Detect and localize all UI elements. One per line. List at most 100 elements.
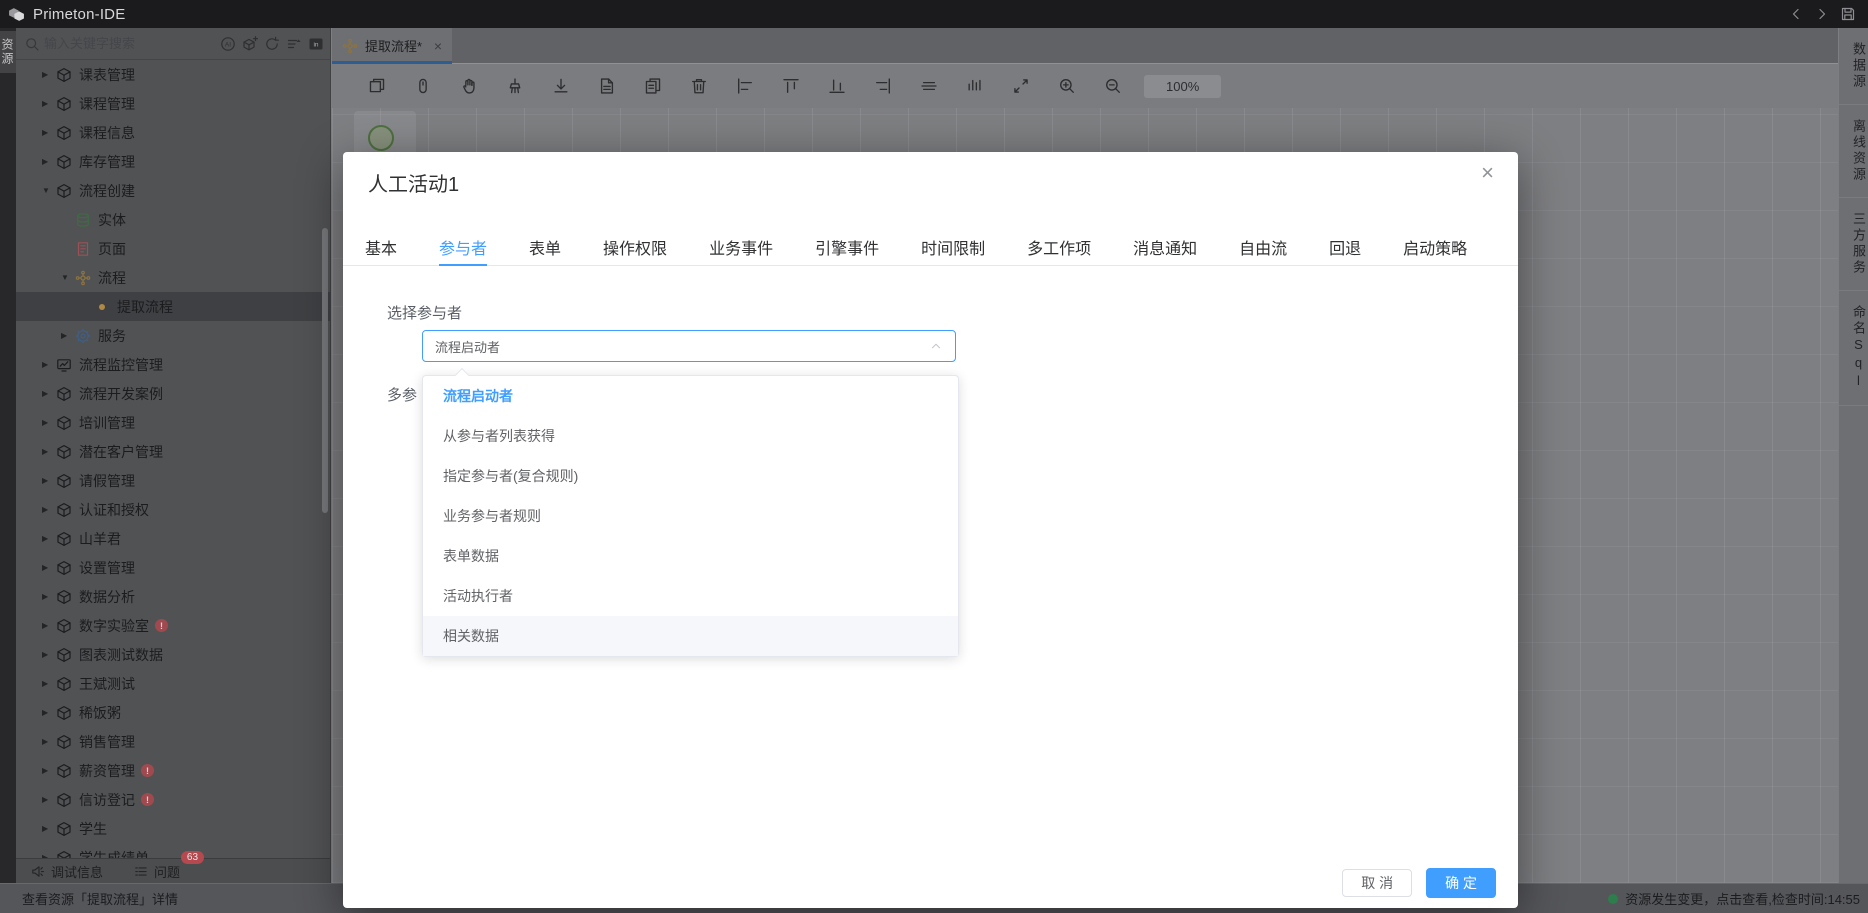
tree-item[interactable]: ▶王斌测试 <box>16 669 330 698</box>
tree-collapsed-arrow-icon[interactable]: ▶ <box>42 70 56 79</box>
tree-item[interactable]: ▶课程信息 <box>16 118 330 147</box>
align-right-icon[interactable] <box>874 77 892 95</box>
align-bottom-icon[interactable] <box>828 77 846 95</box>
tree-collapsed-arrow-icon[interactable]: ▶ <box>42 824 56 833</box>
right-strip-tab[interactable]: 离线资源 <box>1839 105 1868 198</box>
tree-item[interactable]: ▶图表测试数据 <box>16 640 330 669</box>
dialog-tab[interactable]: 业务事件 <box>709 228 773 265</box>
chev-right-icon[interactable] <box>1814 6 1830 22</box>
tree-collapsed-arrow-icon[interactable]: ▶ <box>42 592 56 601</box>
tree-item[interactable]: ▶流程监控管理 <box>16 350 330 379</box>
sort-icon[interactable] <box>286 36 302 52</box>
dialog-tab[interactable]: 启动策略 <box>1403 228 1467 265</box>
tree-collapsed-arrow-icon[interactable]: ▶ <box>42 418 56 427</box>
dialog-tab[interactable]: 回退 <box>1329 228 1361 265</box>
fullscreen-icon[interactable] <box>1012 77 1030 95</box>
brush-icon[interactable] <box>506 77 524 95</box>
align-top-icon[interactable] <box>782 77 800 95</box>
tree-item[interactable]: 提取流程 <box>16 292 330 321</box>
align-left-icon[interactable] <box>736 77 754 95</box>
cancel-button[interactable]: 取 消 <box>1342 869 1412 897</box>
tree-collapsed-arrow-icon[interactable]: ▶ <box>42 128 56 137</box>
tree-collapsed-arrow-icon[interactable]: ▶ <box>42 679 56 688</box>
tree-collapsed-arrow-icon[interactable]: ▶ <box>42 389 56 398</box>
hand-icon[interactable] <box>460 77 478 95</box>
dialog-tab[interactable]: 参与者 <box>439 228 487 265</box>
dialog-tab[interactable]: 引擎事件 <box>815 228 879 265</box>
trash-icon[interactable] <box>690 77 708 95</box>
tree-expanded-arrow-icon[interactable]: ▼ <box>61 273 75 282</box>
tree-item[interactable]: ▶流程开发案例 <box>16 379 330 408</box>
tree-item[interactable]: ▶学生 <box>16 814 330 843</box>
tree-item[interactable]: ▶认证和授权 <box>16 495 330 524</box>
tree-collapsed-arrow-icon[interactable]: ▶ <box>42 737 56 746</box>
editor-tab-active[interactable]: 提取流程* × <box>332 28 452 63</box>
dropdown-option[interactable]: 从参与者列表获得 <box>423 416 958 456</box>
tree-collapsed-arrow-icon[interactable]: ▶ <box>42 708 56 717</box>
tab-close-icon[interactable]: × <box>434 38 442 54</box>
zoom-in-icon[interactable] <box>1058 77 1076 95</box>
dialog-tab[interactable]: 消息通知 <box>1133 228 1197 265</box>
tree-collapsed-arrow-icon[interactable]: ▶ <box>42 563 56 572</box>
status-left-text[interactable]: 查看资源「提取流程」详情 <box>22 889 178 908</box>
tree-collapsed-arrow-icon[interactable]: ▶ <box>42 650 56 659</box>
mouse-icon[interactable] <box>414 77 432 95</box>
align-center-icon[interactable] <box>920 77 938 95</box>
debug-bar-item[interactable]: 问题63 <box>133 862 180 881</box>
tree-collapsed-arrow-icon[interactable]: ▶ <box>42 534 56 543</box>
dropdown-option[interactable]: 表单数据 <box>423 536 958 576</box>
search-input[interactable] <box>44 36 216 51</box>
dialog-tab[interactable]: 操作权限 <box>603 228 667 265</box>
tree-item[interactable]: ▶服务 <box>16 321 330 350</box>
dialog-tab[interactable]: 基本 <box>365 228 397 265</box>
tree-collapsed-arrow-icon[interactable]: ▶ <box>42 99 56 108</box>
tree-item[interactable]: ▶信访登记! <box>16 785 330 814</box>
tree-item[interactable]: ▶设置管理 <box>16 553 330 582</box>
tree-item[interactable]: 实体 <box>16 205 330 234</box>
tree-collapsed-arrow-icon[interactable]: ▶ <box>42 476 56 485</box>
tree-item[interactable]: ▶稀饭粥 <box>16 698 330 727</box>
tree-item[interactable]: ▶请假管理 <box>16 466 330 495</box>
tree-item[interactable]: ▶薪资管理! <box>16 756 330 785</box>
tree-item[interactable]: ▶培训管理 <box>16 408 330 437</box>
tree-item[interactable]: ▶库存管理 <box>16 147 330 176</box>
refresh-icon[interactable] <box>264 36 280 52</box>
dialog-tab[interactable]: 多工作项 <box>1027 228 1091 265</box>
participant-select[interactable]: 流程启动者 <box>422 330 956 362</box>
copy-doc-icon[interactable] <box>644 77 662 95</box>
dialog-tab[interactable]: 自由流 <box>1239 228 1287 265</box>
tree-item[interactable]: ▶潜在客户管理 <box>16 437 330 466</box>
dialog-tab[interactable]: 表单 <box>529 228 561 265</box>
status-right[interactable]: 资源发生变更，点击查看,检查时间:14:55 <box>1608 889 1860 908</box>
confirm-button[interactable]: 确 定 <box>1426 868 1496 898</box>
tree-item[interactable]: ▶学生成绩单 <box>16 843 330 858</box>
zoom-level[interactable]: 100% <box>1144 75 1221 98</box>
dialog-close-icon[interactable]: × <box>1481 162 1494 184</box>
tree-collapsed-arrow-icon[interactable]: ▶ <box>42 766 56 775</box>
dropdown-option[interactable]: 指定参与者(复合规则) <box>423 456 958 496</box>
tree-item[interactable]: ▼流程创建 <box>16 176 330 205</box>
cube-plus-icon[interactable] <box>242 36 258 52</box>
right-strip-tab[interactable]: 命名Sql <box>1839 291 1868 406</box>
tree-collapsed-arrow-icon[interactable]: ▶ <box>42 505 56 514</box>
distribute-icon[interactable] <box>966 77 984 95</box>
tree-item[interactable]: ▶课表管理 <box>16 60 330 89</box>
tree-collapsed-arrow-icon[interactable]: ▶ <box>42 360 56 369</box>
tree-collapsed-arrow-icon[interactable]: ▶ <box>42 621 56 630</box>
dialog-tab[interactable]: 时间限制 <box>921 228 985 265</box>
inbox-badge-icon[interactable]: in <box>308 36 324 52</box>
tree-collapsed-arrow-icon[interactable]: ▶ <box>61 331 75 340</box>
right-strip-tab[interactable]: 数据源 <box>1839 28 1868 105</box>
dropdown-option[interactable]: 活动执行者 <box>423 576 958 616</box>
copy-frame-icon[interactable] <box>368 77 386 95</box>
tree-scrollbar[interactable] <box>322 228 328 513</box>
chev-left-icon[interactable] <box>1788 6 1804 22</box>
tree-item[interactable]: ▶数据分析 <box>16 582 330 611</box>
floppy-icon[interactable] <box>1840 6 1856 22</box>
dropdown-option[interactable]: 业务参与者规则 <box>423 496 958 536</box>
sidebar-tab-resources[interactable]: 资源 <box>0 31 16 73</box>
tree-expanded-arrow-icon[interactable]: ▼ <box>42 186 56 195</box>
right-strip-tab[interactable]: 三方服务 <box>1839 198 1868 291</box>
ai-icon[interactable]: AI <box>220 36 236 52</box>
flow-start-node[interactable] <box>368 125 394 151</box>
